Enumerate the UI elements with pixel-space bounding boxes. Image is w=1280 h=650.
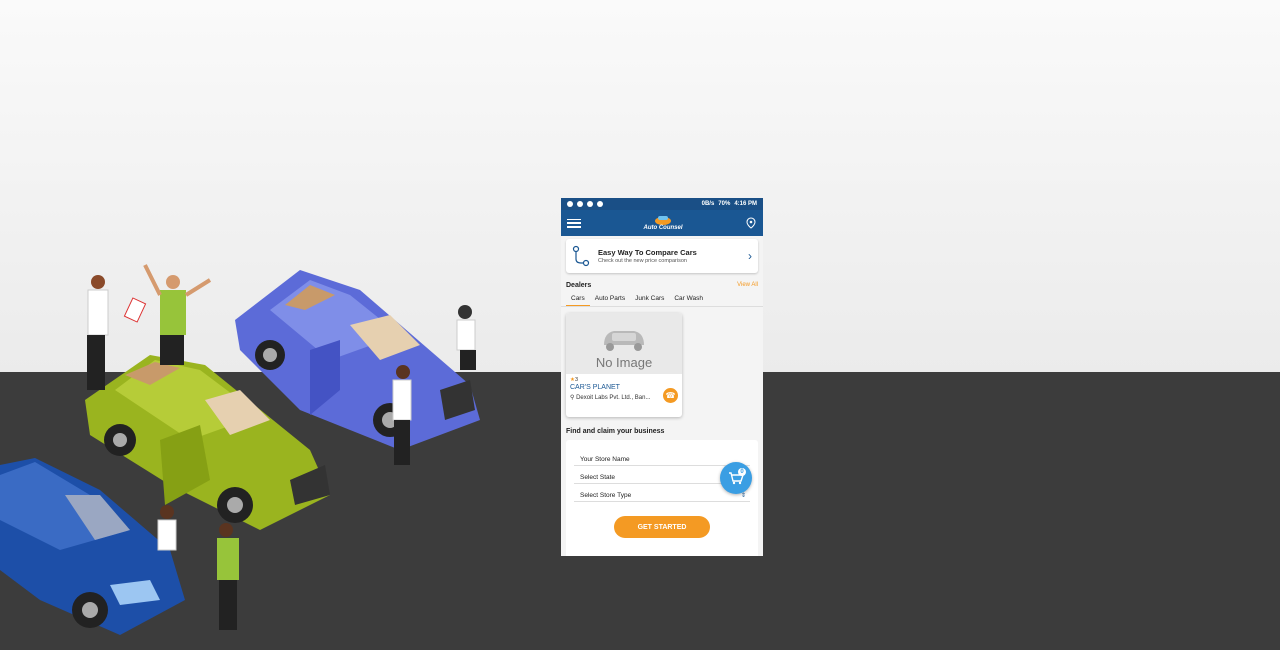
mail-icon [597,201,603,207]
dealer-card[interactable]: No Image ★3 CAR'S PLANET ⚲ Dexoit Labs P… [566,313,682,417]
car-logo-icon [655,216,671,225]
tab-auto-parts[interactable]: Auto Parts [590,293,630,306]
get-started-button[interactable]: GET STARTED [614,516,710,538]
store-type-select-label: Select Store Type [580,492,632,499]
battery-level: 70% [718,201,731,207]
person-salesman-bottom [157,505,177,551]
dealer-tabs: Cars Auto Parts Junk Cars Car Wash [561,289,763,307]
rating-value: 3 [574,377,578,383]
claim-title: Find and claim your business [566,428,665,435]
tab-junk-cars[interactable]: Junk Cars [630,293,669,306]
compare-cars-banner[interactable]: Easy Way To Compare Cars Check out the n… [566,239,758,273]
cart-fab[interactable]: 0 [720,462,752,494]
call-button[interactable]: ☎ [663,388,678,403]
logo-text: Auto Counsel [643,225,683,231]
cart-badge: 0 [738,468,746,476]
person-green-shirt-bottom [217,523,239,630]
status-bar: 0B/s 70% 4:16 PM [561,198,763,210]
dealer-rating: ★3 [566,374,682,383]
blue-car-illustration [0,458,185,635]
phone-icon [567,201,573,207]
app-bar: Auto Counsel [561,210,763,236]
person-white-shirt-center [392,365,412,465]
tab-car-wash[interactable]: Car Wash [669,293,708,306]
app-logo: Auto Counsel [644,215,683,231]
tab-cars[interactable]: Cars [566,293,590,306]
person-green-shirt-cheering [143,264,212,365]
person-woman-right [456,305,476,370]
compare-subtitle: Check out the new price comparison [598,258,687,264]
dealers-title: Dealers [566,282,592,289]
network-speed: 0B/s [701,201,715,207]
phone-icon: ☎ [665,391,676,400]
chevron-right-icon: › [748,249,752,263]
car-placeholder-icon [604,331,644,351]
dealer-image-placeholder: No Image [566,313,682,374]
compare-title: Easy Way To Compare Cars [598,248,697,257]
no-image-label: No Image [595,355,653,370]
telegram-icon [587,201,593,207]
state-select-label: Select State [580,474,616,481]
clock: 4:16 PM [734,201,757,207]
location-pin-icon[interactable] [745,217,757,229]
view-all-link[interactable]: View All [737,282,758,289]
dealer-address-text: Dexoit Labs Pvt. Ltd., Ban... [576,395,651,401]
dropdown-arrow-icon: ⇕ [740,493,746,499]
hamburger-menu-icon[interactable] [567,218,581,228]
phone-mockup: 0B/s 70% 4:16 PM Auto Counsel Easy Way T… [561,198,763,556]
map-pin-icon: ⚲ [570,395,575,401]
cars-dealership-illustration [0,264,480,635]
claim-business-form: Your Store Name Select State Select Stor… [566,440,758,556]
store-name-input[interactable]: Your Store Name [574,448,750,466]
youtube-icon [577,201,583,207]
route-compare-icon [572,245,590,267]
